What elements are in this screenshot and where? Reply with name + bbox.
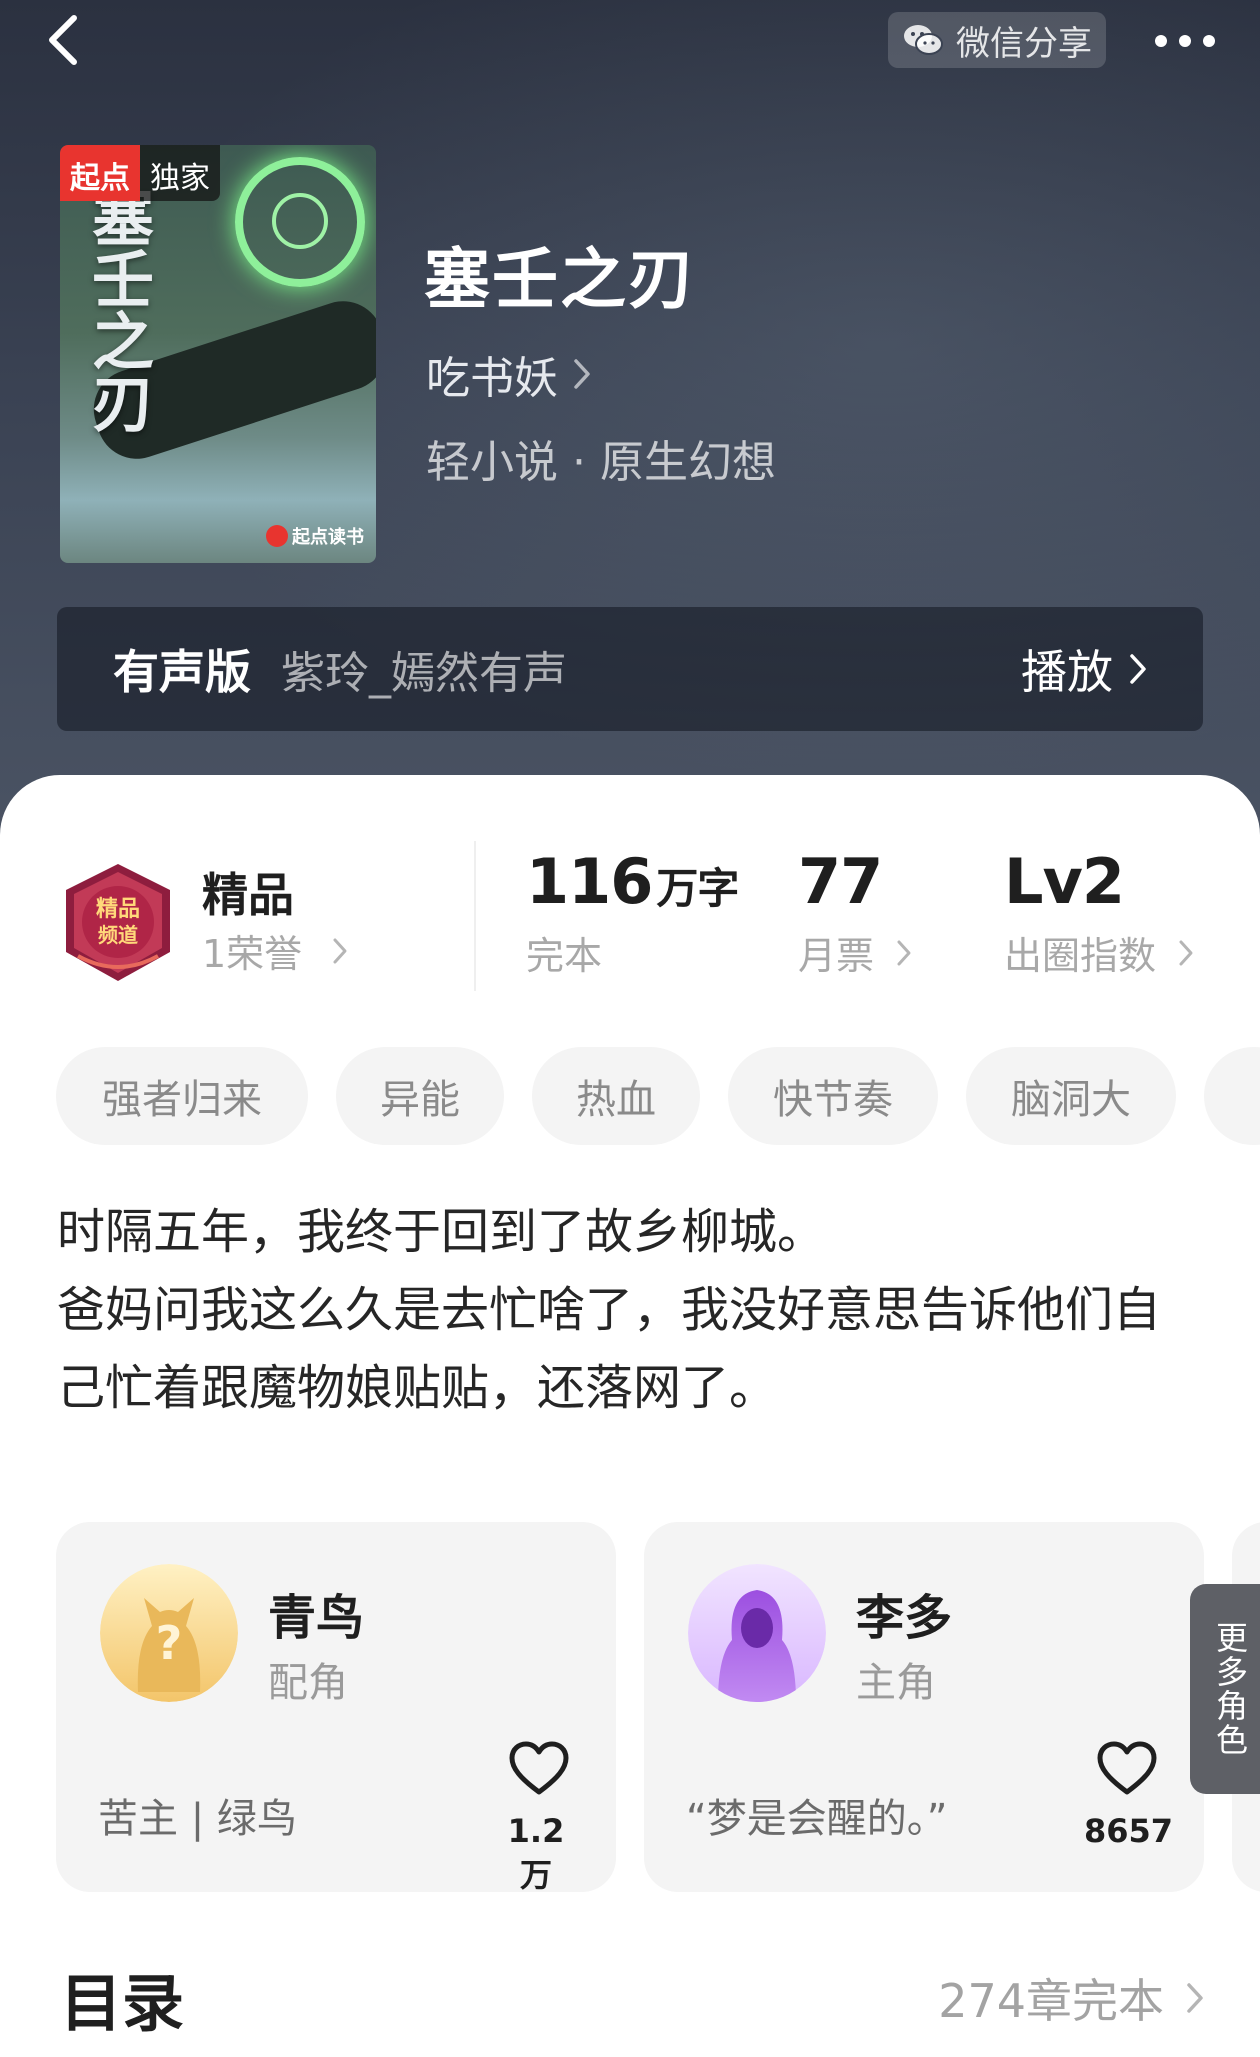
play-label: 播放 [1021,645,1113,699]
svg-text:频道: 频道 [98,923,138,947]
more-roles-label: 更多角色 [1211,1621,1249,1757]
popularity-index-link[interactable]: 出圈指数 [1004,925,1194,980]
character-role: 配角 [268,1660,348,1706]
monthly-tickets-value: 77 [798,845,883,918]
hooded-figure-avatar-icon [688,1564,826,1702]
character-likes: 1.2万 [507,1812,565,1894]
honor-count: 1荣誉 [202,932,303,976]
honor-link[interactable]: 1荣誉 [202,923,348,978]
author-link[interactable]: 吃书妖 [426,342,592,406]
word-count: 116万字 [526,845,739,918]
popularity-index-value: Lv2 [1004,845,1125,918]
wechat-icon [904,25,943,55]
back-button[interactable] [36,10,96,70]
wechat-share-button[interactable]: 微信分享 [888,12,1106,68]
book-detail-sheet: 精品 频道 精品 1荣誉 116万字 完本 77 月票 Lv2 出圈指数 强者归… [0,775,1260,2057]
heart-icon[interactable] [508,1740,570,1798]
tag-chip-overflow[interactable] [1204,1047,1260,1145]
toc-title: 目录 [60,1967,185,2040]
stats-divider [474,841,476,991]
chevron-right-icon [897,940,911,965]
word-count-unit: 万字 [656,864,739,913]
book-header: 微信分享 塞壬之刃 起点 独家 起点读书 塞壬之刃 吃书妖 轻小说 · 原生幻想… [0,0,1260,860]
tag-chip[interactable]: 热血 [532,1047,700,1145]
honor-title: 精品 [202,868,294,922]
chevron-right-icon [1130,654,1146,684]
chevron-right-icon [574,359,590,389]
word-count-value: 116 [526,845,653,918]
popularity-index-label: 出圈指数 [1004,934,1157,978]
tag-chip[interactable]: 强者归来 [56,1047,308,1145]
character-card[interactable]: ? 青鸟 配角 苦主 | 绿鸟 1.2万 [56,1522,616,1894]
audiobook-bar[interactable]: 有声版 紫玲_嫣然有声 播放 [57,607,1203,731]
monthly-tickets-link[interactable]: 月票 [798,925,912,980]
cover-title: 塞壬之刃 [81,185,154,433]
badge-tag: 独家 [140,145,220,201]
dot-icon [1155,35,1167,47]
character-avatar: ? [100,1564,238,1702]
character-name: 青鸟 [268,1590,365,1646]
dot-icon [1203,35,1215,47]
tag-chip[interactable]: 异能 [336,1047,504,1145]
book-category: 轻小说 · 原生幻想 [426,437,776,488]
play-button[interactable]: 播放 [1021,636,1147,702]
share-label: 微信分享 [956,23,1092,64]
character-card[interactable]: 李多 主角 “梦是会醒的。” 8657 [644,1522,1204,1892]
cover-publisher-text: 起点读书 [292,527,364,548]
premium-honor-medal-icon[interactable]: 精品 频道 [58,860,178,985]
toc-chapter-count: 274章完本 [938,1974,1164,2028]
character-likes: 8657 [1084,1812,1174,1850]
svg-text:精品: 精品 [96,896,140,922]
more-roles-button[interactable]: 更多角色 [1190,1584,1260,1794]
author-name: 吃书妖 [426,353,558,404]
character-quote: “梦是会醒的。” [686,1796,948,1842]
svg-text:?: ? [156,1616,183,1670]
book-title: 塞壬之刃 [424,240,696,318]
cover-art-ring-inner [272,193,328,249]
character-quote: 苦主 | 绿鸟 [98,1796,297,1842]
audiobook-label: 有声版 [113,645,251,699]
book-cover[interactable]: 塞壬之刃 起点 独家 起点读书 [60,145,376,563]
tag-chip[interactable]: 脑洞大 [966,1047,1176,1145]
cover-publisher-logo: 起点读书 [266,523,364,549]
chevron-right-icon [1179,940,1193,965]
audiobook-narrator: 紫玲_嫣然有声 [281,648,567,699]
more-options-button[interactable] [1140,16,1230,66]
dot-icon [1179,35,1191,47]
publisher-logo-icon [266,525,288,547]
monthly-tickets-label: 月票 [798,934,875,978]
chevron-left-icon [49,15,77,65]
heart-icon[interactable] [1096,1740,1158,1798]
question-avatar-icon: ? [100,1564,238,1702]
exclusive-badge: 起点 独家 [60,145,220,201]
tag-chip[interactable]: 快节奏 [728,1047,938,1145]
character-role: 主角 [856,1660,936,1706]
chevron-right-icon [1187,1983,1203,2013]
chevron-right-icon [333,938,347,963]
completion-status: 完本 [526,925,602,980]
character-avatar [688,1564,826,1702]
completion-label: 完本 [526,934,603,978]
badge-brand: 起点 [60,145,140,201]
character-name: 李多 [856,1590,953,1646]
toc-link[interactable]: 274章完本 [938,1965,1204,2031]
book-synopsis[interactable]: 时隔五年，我终于回到了故乡柳城。 爸妈问我这么久是去忙啥了，我没好意思告诉他们自… [57,1193,1207,1427]
